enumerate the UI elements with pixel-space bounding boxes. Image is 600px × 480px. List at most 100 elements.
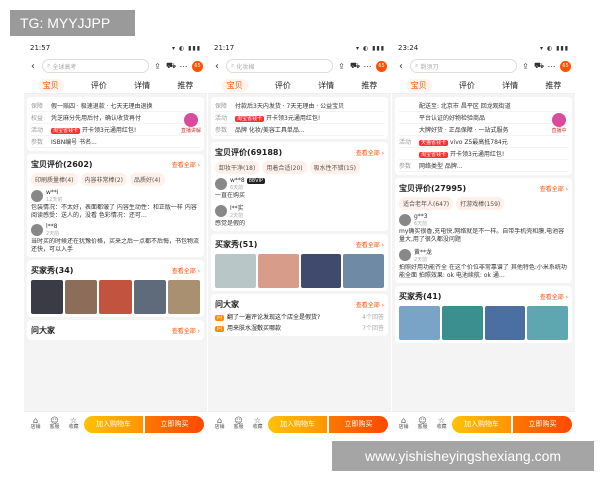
qa-header[interactable]: 问大家 查看全部 ›: [215, 297, 384, 311]
buyer-photo[interactable]: [167, 280, 201, 314]
tab-1[interactable]: 评价: [459, 80, 475, 91]
buyer-photo[interactable]: [65, 280, 98, 314]
buyer-photo[interactable]: [99, 280, 132, 314]
back-icon[interactable]: ‹: [212, 61, 222, 72]
buyer-show-header[interactable]: 买家秀(41) 查看全部 ›: [399, 289, 568, 303]
more-icon[interactable]: ⋯: [547, 62, 556, 71]
review-header[interactable]: 宝贝评价(27995) 查看全部 ›: [399, 181, 568, 195]
param-row[interactable]: 参数 品牌 化妆/美容工具单品...: [215, 124, 384, 136]
param-row[interactable]: 活动 淘宝省钱卡 开卡领3元通用红包!: [215, 112, 384, 124]
review-tag[interactable]: 内容非常棒(2): [80, 173, 127, 186]
view-all-link[interactable]: 查看全部 ›: [172, 326, 200, 335]
cart-icon[interactable]: ⛟: [534, 61, 544, 71]
cart-icon[interactable]: ⛟: [166, 61, 176, 71]
param-row[interactable]: 活动 淘宝省钱卡 开卡领3元通用红包!: [31, 124, 200, 136]
buyer-photo[interactable]: [215, 254, 256, 288]
view-all-link[interactable]: 查看全部 ›: [356, 148, 384, 157]
buy-now-button[interactable]: 立即购买: [329, 415, 388, 433]
service-button[interactable]: ☺ 客服: [46, 417, 63, 431]
search-input[interactable]: ⌕ 化妆棉: [226, 59, 333, 73]
star-button[interactable]: ☆ 收藏: [249, 417, 266, 431]
buyer-show-header[interactable]: 买家秀(34) 查看全部 ›: [31, 263, 200, 277]
qa-item[interactable]: 问翻了一遍评论发现这个店全是假货? 4个回答: [215, 311, 384, 322]
param-row[interactable]: 淘宝省钱卡 开卡领3元通用红包!: [399, 148, 568, 160]
buyer-photo[interactable]: [399, 306, 440, 340]
buyer-photo[interactable]: [31, 280, 64, 314]
qa-item[interactable]: 问用来肤水湿敷买哪款 7个回答: [215, 322, 384, 333]
share-icon[interactable]: ⇪: [337, 62, 346, 71]
shop-button[interactable]: ⌂ 店铺: [27, 417, 44, 431]
buyer-photo[interactable]: [527, 306, 568, 340]
review-tag[interactable]: 适合老年人(647): [399, 197, 454, 210]
star-button[interactable]: ☆ 收藏: [65, 417, 82, 431]
tab-3[interactable]: 推荐: [545, 80, 561, 91]
back-icon[interactable]: ‹: [28, 61, 38, 72]
share-icon[interactable]: ⇪: [521, 62, 530, 71]
review-header[interactable]: 宝贝评价(2602) 查看全部 ›: [31, 157, 200, 171]
add-to-cart-button[interactable]: 加入购物车: [452, 415, 511, 433]
tab-0[interactable]: 宝贝: [405, 78, 432, 92]
notification-badge[interactable]: 65: [192, 60, 203, 72]
param-row[interactable]: 权益 凭芝麻分先用后付，确认收货再付: [31, 112, 200, 124]
review-item[interactable]: 黄**龙 2天前 拍照好用功能齐全 在这个价位非常靠谱了 其他特色:小米系统功能全面…: [399, 247, 568, 280]
tab-3[interactable]: 推荐: [361, 80, 377, 91]
star-button[interactable]: ☆ 收藏: [433, 417, 450, 431]
review-tag[interactable]: 品质好(4): [130, 173, 165, 186]
qa-header[interactable]: 问大家 查看全部 ›: [31, 323, 200, 337]
buyer-photo[interactable]: [484, 306, 526, 340]
review-item[interactable]: w**8 88VIP 6天前 一直在购买: [215, 177, 384, 200]
search-input[interactable]: ⌕ 全球高考: [42, 59, 149, 73]
view-all-link[interactable]: 查看全部 ›: [172, 266, 200, 275]
review-item[interactable]: g**3 6天前 my确实很香,充电快,网络就是不一样。自带手机壳和膜,电池容量大,…: [399, 213, 568, 244]
review-tag[interactable]: 用着合适(20): [262, 161, 307, 174]
buyer-photo[interactable]: [300, 254, 342, 288]
buyer-show-header[interactable]: 买家秀(51) 查看全部 ›: [215, 237, 384, 251]
tab-2[interactable]: 详情: [502, 80, 518, 91]
shop-button[interactable]: ⌂ 店铺: [211, 417, 228, 431]
param-row[interactable]: 平台认证的好物检验商品: [399, 112, 568, 124]
view-all-link[interactable]: 查看全部 ›: [356, 300, 384, 309]
view-all-link[interactable]: 查看全部 ›: [540, 292, 568, 301]
back-icon[interactable]: ‹: [396, 61, 406, 72]
param-row[interactable]: 参数 ISBN编号 书名...: [31, 136, 200, 148]
search-input[interactable]: ⌕ 剃须刀: [410, 59, 517, 73]
tab-2[interactable]: 详情: [134, 80, 150, 91]
tab-1[interactable]: 评价: [91, 80, 107, 91]
cart-icon[interactable]: ⛟: [350, 61, 360, 71]
more-icon[interactable]: ⋯: [179, 62, 188, 71]
review-tag[interactable]: 印刷质量棒(4): [31, 173, 78, 186]
buyer-photo[interactable]: [343, 254, 384, 288]
notification-badge[interactable]: 65: [560, 60, 571, 72]
buy-now-button[interactable]: 立即购买: [145, 415, 204, 433]
more-icon[interactable]: ⋯: [363, 62, 372, 71]
shop-button[interactable]: ⌂ 店铺: [395, 417, 412, 431]
tab-2[interactable]: 详情: [318, 80, 334, 91]
tab-1[interactable]: 评价: [275, 80, 291, 91]
buyer-photo[interactable]: [441, 306, 483, 340]
review-item[interactable]: l**8 2天前 当时买的时候还在犹豫价格，买来之后一点都不后悔，书包物流还快，可以…: [31, 223, 200, 254]
param-row[interactable]: 参数 网络类型 品牌...: [399, 160, 568, 172]
live-badge[interactable]: 直播中: [548, 113, 570, 134]
review-item[interactable]: l**实 2天前 感觉是假的: [215, 203, 384, 228]
service-button[interactable]: ☺ 客服: [230, 417, 247, 431]
review-header[interactable]: 宝贝评价(69188) 查看全部 ›: [215, 145, 384, 159]
live-badge[interactable]: 直播讲解: [180, 113, 202, 134]
add-to-cart-button[interactable]: 加入购物车: [268, 415, 327, 433]
tab-0[interactable]: 宝贝: [37, 78, 64, 92]
review-tag[interactable]: 卸妆干净(18): [215, 161, 260, 174]
add-to-cart-button[interactable]: 加入购物车: [84, 415, 143, 433]
buyer-photo[interactable]: [257, 254, 299, 288]
view-all-link[interactable]: 查看全部 ›: [172, 160, 200, 169]
param-row[interactable]: 保障 假一赔四 · 极速退款 · 七天无理由退换: [31, 100, 200, 112]
param-row[interactable]: 保障 付款后3天内发货 · 7天无理由 · 公益宝贝: [215, 100, 384, 112]
tab-0[interactable]: 宝贝: [221, 78, 248, 92]
service-button[interactable]: ☺ 客服: [414, 417, 431, 431]
param-row[interactable]: 配送至: 北京市 昌平区 回龙观街道: [399, 100, 568, 112]
review-tag[interactable]: 吸水性不错(15): [309, 161, 360, 174]
review-item[interactable]: w**i 12天前 包装情况：不太好，表面都皱了 内容生动性：和正版一样 内容阅读感…: [31, 189, 200, 220]
buyer-photo[interactable]: [133, 280, 166, 314]
tab-3[interactable]: 推荐: [177, 80, 193, 91]
share-icon[interactable]: ⇪: [153, 62, 162, 71]
buy-now-button[interactable]: 立即购买: [513, 415, 572, 433]
param-row[interactable]: 大牌好货 · 正品保障 · 一站式服务: [399, 124, 568, 136]
